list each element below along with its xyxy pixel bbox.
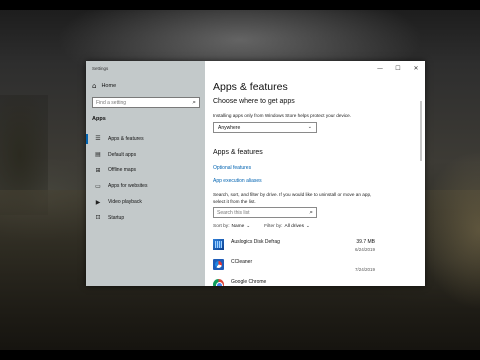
ccleaner-icon [213,259,224,270]
filter-by-value: All drives [284,224,304,229]
chevron-down-icon: ⌄ [305,224,310,229]
wallpaper-light [420,150,480,310]
sort-by-label: Sort by: [213,224,230,229]
app-size: 39.7 MB [356,239,375,245]
google-chrome-icon [213,279,224,286]
list-item[interactable]: Google Chrome [213,277,375,286]
app-source-value: Anywhere [218,125,241,131]
sidebar-item-label: Default apps [108,151,137,158]
app-date: 6/24/2019 [354,247,375,252]
auslogics-disk-defrag-icon [213,239,224,250]
startup-icon: ⊡ [95,214,101,222]
home-nav-item[interactable]: ⌂ Home [92,82,116,90]
find-setting-placeholder: Find a setting [96,100,127,106]
letterbox-top [0,0,480,10]
window-caption-buttons: — ☐ ✕ [371,61,425,75]
letterbox-bottom [0,350,480,360]
close-button[interactable]: ✕ [407,61,425,75]
home-icon: ⌂ [92,82,97,90]
video-playback-icon: ▶ [95,198,101,206]
sidebar-item-label: Apps for websites [108,183,148,190]
apps-features-icon: ☰ [95,135,101,143]
sidebar-item-label: Offline maps [108,167,136,174]
app-date: 7/24/2019 [354,267,375,272]
apps-websites-icon: ▭ [95,182,101,190]
sort-by-control[interactable]: Sort by: Name ⌄ [213,224,250,229]
search-icon[interactable]: ⌕ [309,208,313,217]
app-name: Auslogics Disk Defrag [231,239,280,245]
default-apps-icon: ▤ [95,151,101,159]
chevron-down-icon: ⌄ [246,224,251,229]
offline-maps-icon: ⊞ [95,166,101,174]
app-execution-aliases-link[interactable]: App execution aliases [213,178,262,184]
app-list-description: Search, sort, and filter by drive. If yo… [213,192,372,204]
home-label: Home [101,83,117,89]
choose-apps-description: Installing apps only from Windows Store … [213,113,352,118]
search-list-input[interactable]: Search this list ⌕ [213,207,317,218]
list-item[interactable]: Auslogics Disk Defrag 39.7 MB 6/24/2019 [213,237,375,257]
settings-sidebar: Settings ⌂ Home Find a setting ⌕ Apps ☰ … [86,61,205,286]
sidebar-item-video-playback[interactable]: ▶ Video playback [86,194,205,210]
list-item[interactable]: CCleaner 7/24/2019 [213,257,375,277]
sidebar-item-apps-features[interactable]: ☰ Apps & features [86,131,205,147]
sort-by-value: Name [231,224,245,229]
settings-main-pane: — ☐ ✕ Apps & features Choose where to ge… [205,61,425,286]
sidebar-item-label: Apps & features [108,135,144,142]
sidebar-section-apps: Apps [92,116,106,122]
sidebar-item-apps-for-websites[interactable]: ▭ Apps for websites [86,178,205,194]
app-source-dropdown[interactable]: Anywhere ⌄ [213,122,317,133]
page-title: Apps & features [213,81,288,93]
search-icon[interactable]: ⌕ [192,98,196,107]
window-title: Settings [92,66,109,71]
app-name: Google Chrome [231,279,267,285]
maximize-button[interactable]: ☐ [389,61,407,75]
installed-apps-list: Auslogics Disk Defrag 39.7 MB 6/24/2019 … [213,237,375,286]
apps-features-heading: Apps & features [213,149,263,156]
sidebar-item-startup[interactable]: ⊡ Startup [86,210,205,226]
sidebar-item-label: Video playback [108,199,142,206]
sidebar-item-label: Startup [108,214,125,221]
search-list-placeholder: Search this list [217,210,250,216]
sidebar-item-offline-maps[interactable]: ⊞ Offline maps [86,163,205,179]
filter-by-label: Filter by: [264,224,283,229]
settings-window: Settings ⌂ Home Find a setting ⌕ Apps ☰ … [86,61,425,286]
chevron-down-icon: ⌄ [307,124,312,130]
optional-features-link[interactable]: Optional features [213,165,251,171]
sort-filter-row: Sort by: Name ⌄ Filter by: All drives ⌄ [213,224,310,229]
find-setting-input[interactable]: Find a setting ⌕ [92,97,200,108]
choose-apps-heading: Choose where to get apps [213,98,295,105]
filter-by-control[interactable]: Filter by: All drives ⌄ [264,224,310,229]
minimize-button[interactable]: — [371,61,389,75]
scrollbar[interactable] [420,101,422,161]
sidebar-item-default-apps[interactable]: ▤ Default apps [86,147,205,163]
sidebar-nav: ☰ Apps & features ▤ Default apps ⊞ Offli… [86,131,205,226]
app-name: CCleaner [231,259,253,265]
